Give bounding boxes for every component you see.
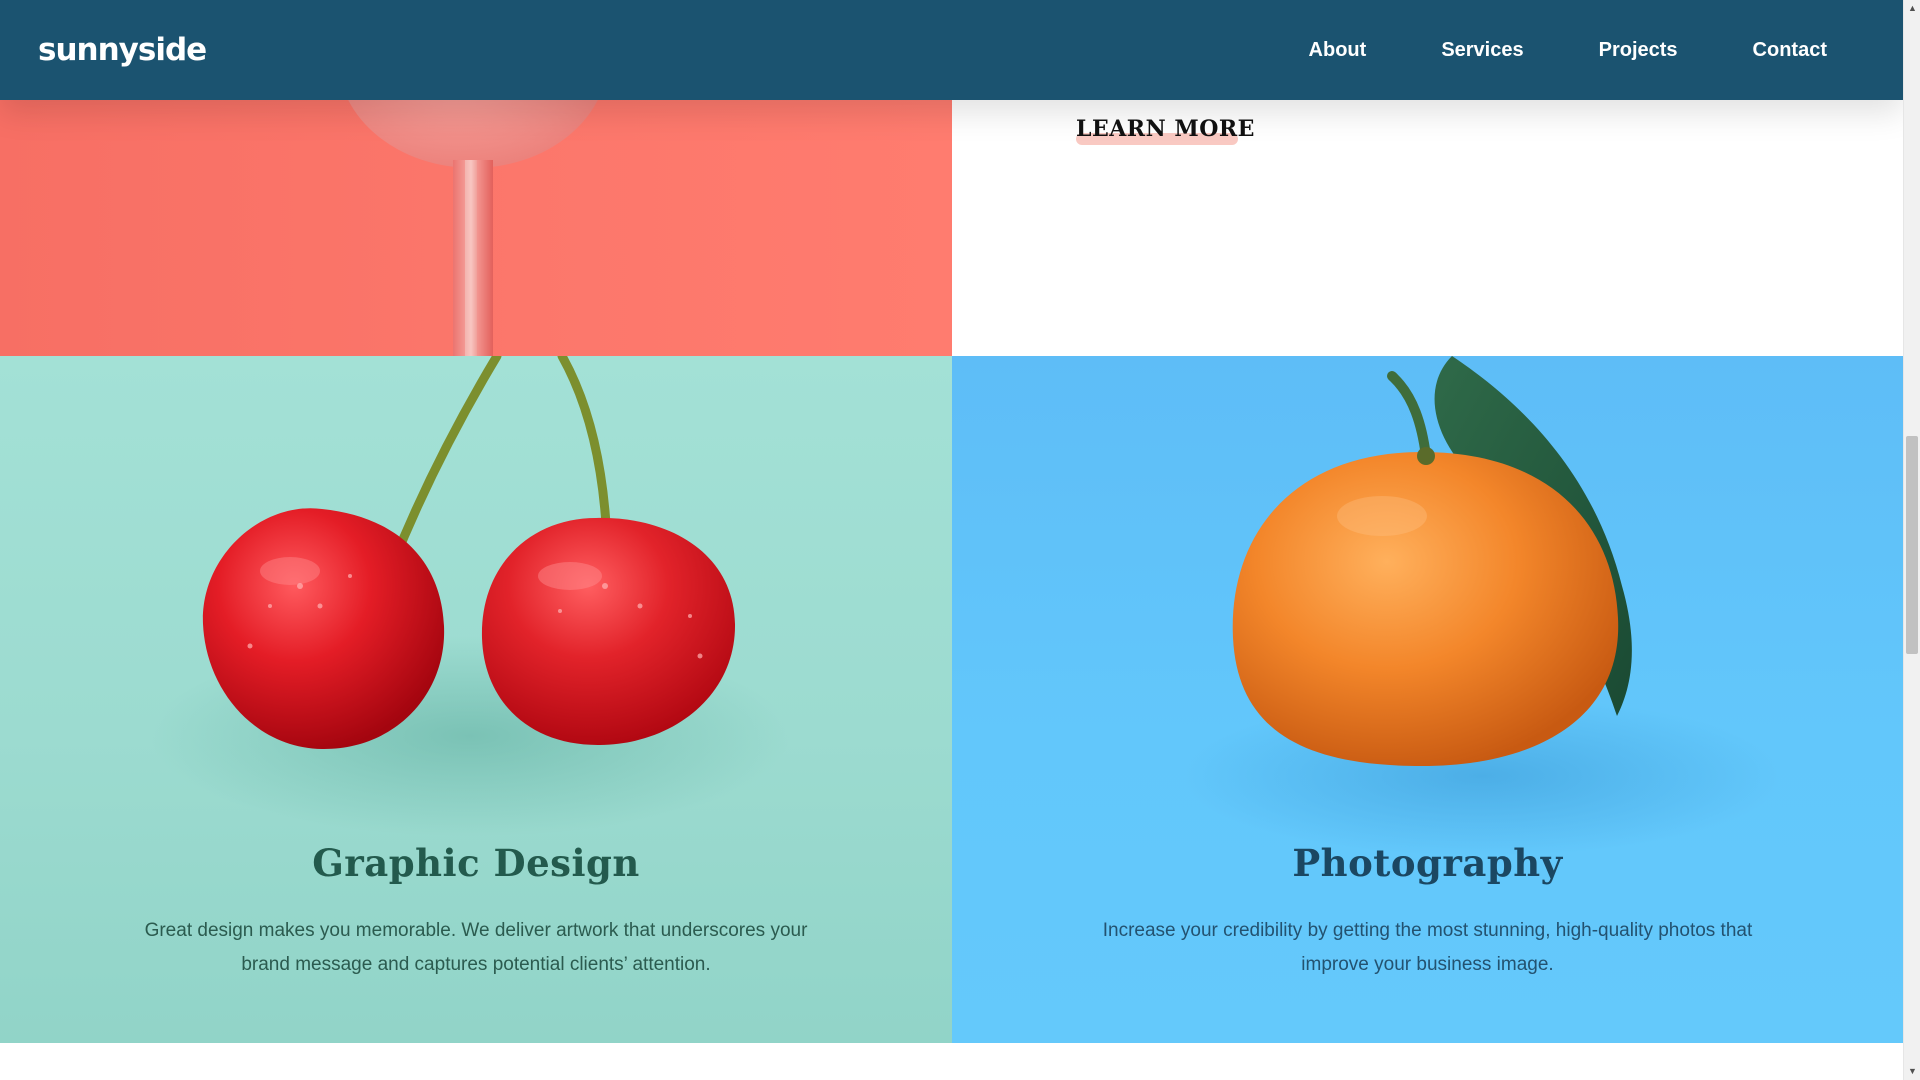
cherry-stem-right [557, 356, 611, 529]
nav-projects[interactable]: Projects [1599, 39, 1678, 62]
page-viewport: LEARN MORE Graphic Design Great design m… [0, 0, 1903, 1080]
orange-stem [1387, 371, 1431, 461]
orange-fruit [1232, 452, 1619, 766]
nav-contact[interactable]: Contact [1753, 39, 1827, 62]
nav-services[interactable]: Services [1441, 39, 1523, 62]
graphic-design-description: Great design makes you memorable. We del… [144, 920, 808, 975]
sunnyside-logo[interactable]: sunnyside [38, 32, 207, 68]
photography-description: Increase your credibility by getting the… [1102, 920, 1753, 975]
glass-stem-highlight [465, 160, 477, 356]
graphic-design-title: Graphic Design [312, 841, 640, 885]
vertical-scrollbar[interactable]: ▲ ▼ [1903, 0, 1920, 1080]
scroll-up-arrow-icon[interactable]: ▲ [1904, 0, 1920, 17]
photography-title: Photography [1292, 841, 1563, 885]
graphic-design-card: Graphic Design Great design makes you me… [0, 356, 952, 1043]
scroll-down-arrow-icon[interactable]: ▼ [1904, 1063, 1920, 1080]
site-header: sunnyside About Services Projects Contac… [0, 0, 1903, 100]
cherry-stem-left [387, 356, 502, 571]
scrollbar-thumb[interactable] [1906, 436, 1918, 654]
main-nav: About Services Projects Contact [1234, 0, 1827, 100]
nav-about[interactable]: About [1309, 39, 1367, 62]
photography-card: Photography Increase your credibility by… [952, 356, 1903, 1043]
learn-more-link[interactable]: LEARN MORE [1076, 116, 1255, 142]
